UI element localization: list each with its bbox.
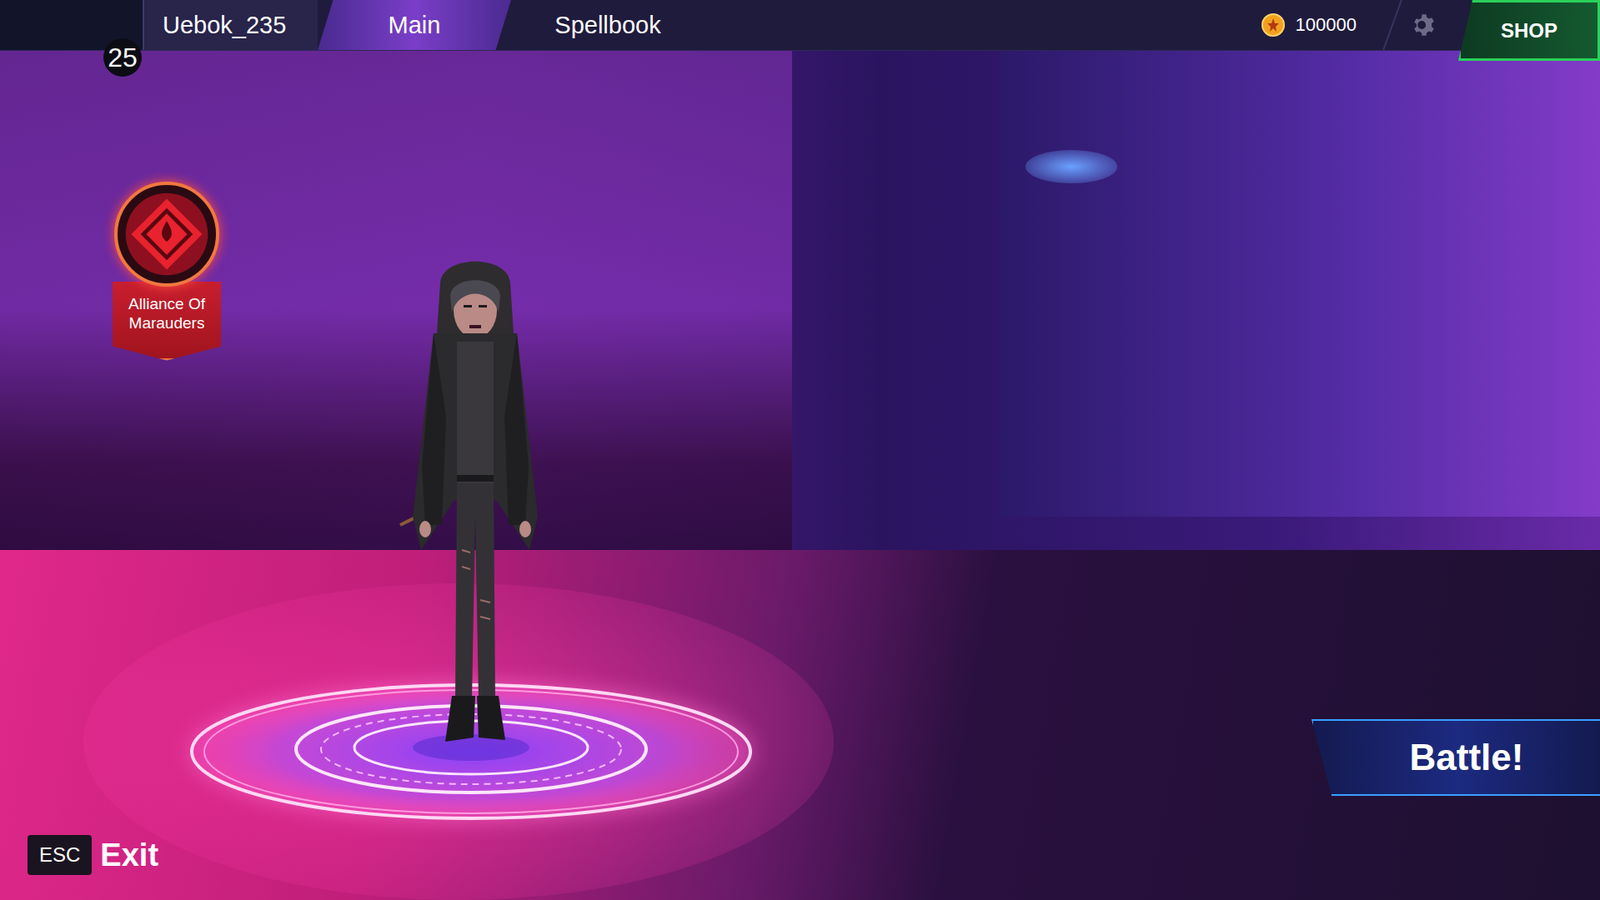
exit-hint[interactable]: ESC Exit: [27, 835, 159, 876]
shop-button[interactable]: SHOP: [1458, 0, 1600, 61]
esc-key: ESC: [27, 835, 92, 876]
currency: 100000: [1260, 0, 1375, 51]
coin-icon: [1260, 12, 1286, 38]
nav-tab[interactable]: Main: [317, 0, 512, 51]
exit-label: Exit: [100, 837, 159, 874]
level-badge: 25: [103, 38, 142, 77]
username: Uebok_235: [144, 0, 318, 51]
nav-tab[interactable]: Spellbook: [511, 0, 705, 51]
alliance-emblem: [114, 181, 220, 287]
alliance-diamond-icon: [120, 187, 214, 281]
game-lobby-screen: 25 Uebok_235 MainSpellbook 100000 SHOP A…: [0, 0, 1600, 900]
alliance-badge[interactable]: Alliance Of Marauders: [112, 181, 221, 362]
battle-button[interactable]: Battle!: [1311, 719, 1600, 797]
gear-icon[interactable]: [1409, 10, 1439, 40]
avatar-slot[interactable]: 25: [0, 0, 145, 51]
player-character: [391, 250, 559, 751]
top-bar: 25 Uebok_235 MainSpellbook 100000 SHOP: [0, 0, 1600, 51]
alliance-name: Alliance Of Marauders: [112, 281, 221, 362]
